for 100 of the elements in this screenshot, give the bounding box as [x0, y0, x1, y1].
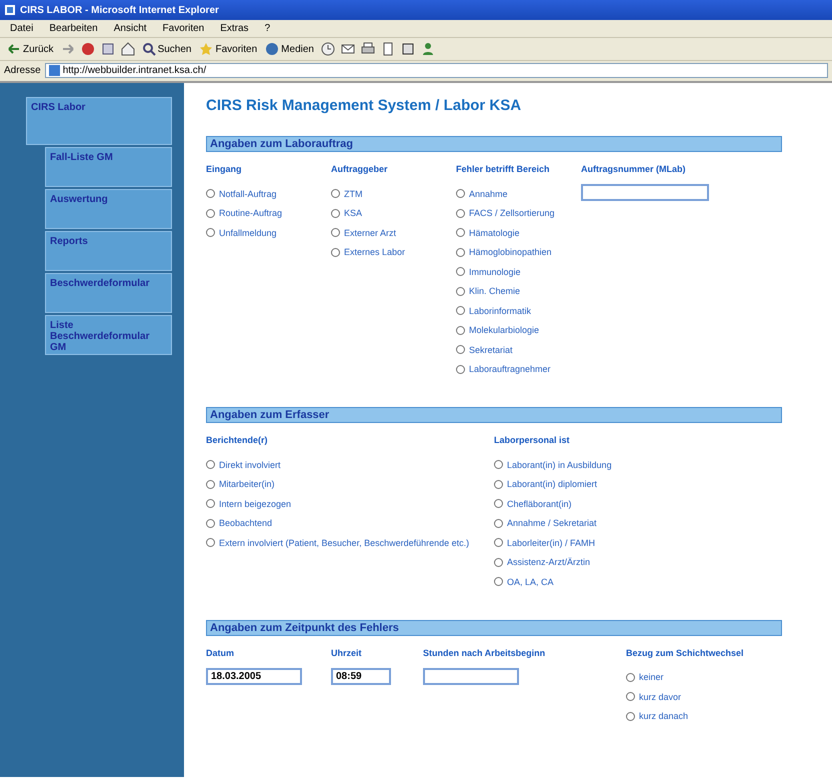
page-icon — [4, 4, 16, 16]
group-label: Eingang — [206, 164, 242, 174]
stop-icon[interactable] — [80, 42, 95, 56]
radio-button[interactable] — [494, 480, 503, 489]
window-title: CIRS LABOR - Microsoft Internet Explorer — [20, 4, 219, 16]
option-label: Sekretariat — [469, 344, 513, 355]
option-label: Laborauftragnehmer — [469, 364, 551, 374]
radio-button[interactable] — [331, 189, 340, 198]
radio-button[interactable] — [626, 672, 635, 682]
radio-button[interactable] — [456, 228, 465, 238]
group-label: Berichtende(r) — [206, 435, 269, 445]
search-icon — [142, 42, 156, 56]
input-field[interactable] — [423, 668, 519, 684]
sidebar-item[interactable]: Reports — [45, 231, 172, 271]
radio-button[interactable] — [626, 692, 635, 702]
option-label: Chefläborant(in) — [507, 498, 572, 509]
printer-icon[interactable] — [360, 42, 375, 56]
radio-button[interactable] — [494, 577, 503, 586]
group-label: Laborpersonal ist — [494, 435, 571, 445]
option-label: Externes Labor — [344, 247, 406, 258]
input-field[interactable]: 08:59 — [331, 668, 391, 684]
address-field[interactable]: http://webbuilder.intranet.ksa.ch/ — [44, 63, 828, 78]
menu-item[interactable]: Extras — [218, 22, 251, 35]
field-label: Auftragsnummer (MLab) — [581, 164, 687, 174]
document-icon[interactable] — [380, 42, 395, 56]
group-label: Auftraggeber — [331, 164, 389, 174]
option-label: kurz davor — [639, 692, 682, 702]
radio-button[interactable] — [456, 267, 465, 276]
radio-button[interactable] — [456, 286, 465, 296]
sidebar-item[interactable]: Liste Beschwerdeformular GM — [45, 315, 172, 355]
page-icon — [48, 65, 60, 76]
radio-button[interactable] — [456, 208, 465, 218]
radio-button[interactable] — [206, 499, 215, 508]
radio-button[interactable] — [494, 518, 503, 528]
option-label: Hämoglobinopathien — [469, 247, 552, 258]
option-label: Annahme / Sekretariat — [507, 518, 597, 528]
arrow-right-icon[interactable] — [60, 42, 75, 56]
radio-button[interactable] — [331, 208, 340, 218]
group-label: Fehler betrifft Bereich — [456, 164, 551, 174]
radio-button[interactable] — [456, 364, 465, 374]
option-label: Mitarbeiter(in) — [219, 479, 275, 490]
menu-item[interactable]: Bearbeiten — [47, 22, 100, 35]
option-label: Molekularbiologie — [469, 325, 540, 336]
field-label: Stunden nach Arbeitsbeginn — [423, 648, 546, 658]
radio-button[interactable] — [494, 558, 503, 567]
radio-button[interactable] — [456, 326, 465, 335]
option-label: kurz danach — [639, 711, 688, 722]
section-header: Angaben zum Erfasser — [206, 407, 782, 423]
radio-button[interactable] — [206, 228, 215, 238]
toolbar-button[interactable]: Medien — [264, 41, 315, 57]
radio-button[interactable] — [456, 189, 465, 198]
radio-button[interactable] — [206, 189, 215, 198]
sidebar-item[interactable]: Beschwerdeformular — [45, 273, 172, 313]
menu-item[interactable]: Ansicht — [112, 22, 149, 35]
radio-button[interactable] — [456, 306, 465, 316]
sidebar-item[interactable]: Auswertung — [45, 189, 172, 229]
input-field[interactable]: 18.03.2005 — [206, 668, 302, 684]
star-icon — [199, 42, 214, 56]
radio-button[interactable] — [206, 518, 215, 528]
radio-button[interactable] — [456, 345, 465, 354]
menu-item[interactable]: Datei — [8, 22, 36, 35]
radio-button[interactable] — [626, 712, 635, 721]
sidebar-item[interactable]: Fall-Liste GM — [45, 147, 172, 187]
radio-button[interactable] — [494, 538, 503, 548]
person-icon[interactable] — [420, 42, 435, 56]
radio-button[interactable] — [494, 460, 503, 470]
option-label: OA, LA, CA — [507, 576, 554, 587]
radio-button[interactable] — [331, 228, 340, 238]
home-icon[interactable] — [120, 42, 135, 56]
toolbar-button[interactable]: Favoriten — [198, 41, 258, 57]
option-label: Unfallmeldung — [219, 228, 277, 238]
field-label: Uhrzeit — [331, 648, 363, 658]
radio-button[interactable] — [331, 248, 340, 257]
radio-button[interactable] — [206, 538, 215, 548]
envelope-icon[interactable] — [340, 42, 355, 56]
option-label: Intern beigezogen — [219, 498, 292, 509]
sidebar-item[interactable]: CIRS Labor — [26, 97, 172, 145]
clock-icon[interactable] — [320, 42, 335, 56]
menu-item[interactable]: ? — [262, 22, 272, 35]
option-label: Klin. Chemie — [469, 286, 520, 296]
option-label: Assistenz-Arzt/Ärztin — [507, 557, 590, 568]
page-icon[interactable] — [400, 42, 415, 56]
menu-item[interactable]: Favoriten — [160, 22, 206, 35]
option-label: Externer Arzt — [344, 228, 396, 238]
radio-button[interactable] — [206, 460, 215, 470]
option-label: Laborleiter(in) / FAMH — [507, 538, 596, 548]
toolbar-button[interactable]: Zurück — [6, 41, 55, 57]
option-label: Annahme — [469, 188, 508, 199]
radio-button[interactable] — [206, 480, 215, 489]
option-label: Beobachtend — [219, 518, 272, 528]
radio-button[interactable] — [456, 248, 465, 257]
input-field[interactable] — [581, 184, 709, 201]
section-header: Angaben zum Laborauftrag — [206, 136, 782, 152]
radio-button[interactable] — [494, 499, 503, 508]
option-label: ZTM — [344, 188, 362, 199]
radio-button[interactable] — [206, 208, 215, 218]
option-label: Extern involviert (Patient, Besucher, Beschwerdeführende etc.) — [219, 538, 470, 548]
option-label: Direkt involviert — [219, 460, 281, 470]
option-label: Hämatologie — [469, 228, 520, 238]
toolbar-button[interactable]: Suchen — [140, 41, 192, 57]
